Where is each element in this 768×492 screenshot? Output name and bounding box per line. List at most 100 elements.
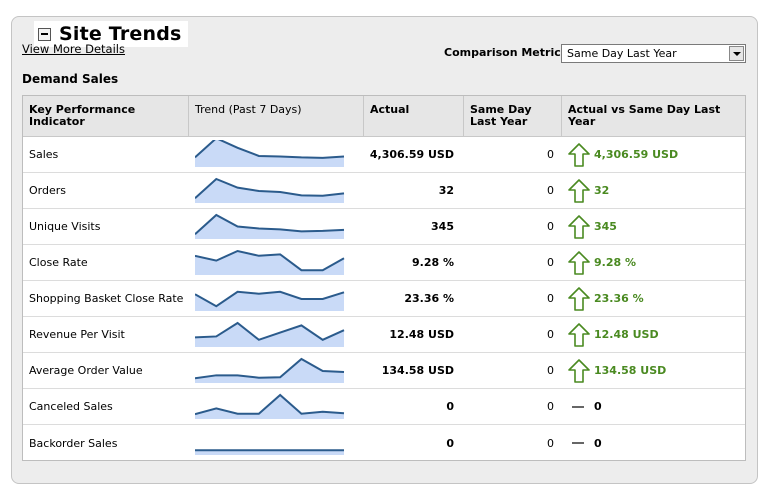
actual-value: 9.28 % xyxy=(412,256,454,269)
kpi-table: Key Performance Indicator Trend (Past 7 … xyxy=(22,95,746,461)
comparison-metric-value: Same Day Last Year xyxy=(567,47,677,60)
chevron-down-icon[interactable] xyxy=(729,46,744,61)
compare-value: 9.28 % xyxy=(594,256,636,269)
same-day-value: 0 xyxy=(547,436,554,450)
same-day-value: 0 xyxy=(547,148,554,161)
actual-value: 23.36 % xyxy=(404,292,454,305)
trend-sparkline xyxy=(195,321,345,347)
same-day-value: 0 xyxy=(547,292,554,305)
table-row: Revenue Per Visit 12.48 USD 0 12.48 USD xyxy=(23,317,745,353)
trend-sparkline xyxy=(195,290,345,311)
compare-cell: 134.58 USD xyxy=(562,353,745,388)
compare-value: 345 xyxy=(594,220,617,233)
trend-sparkline xyxy=(195,213,345,239)
actual-value: 345 xyxy=(431,220,454,233)
header-trend: Trend (Past 7 Days) xyxy=(189,96,364,136)
table-row: Shopping Basket Close Rate 23.36 % 0 23.36 … xyxy=(23,281,745,317)
table-row: Canceled Sales 0 0 0 xyxy=(23,389,745,425)
compare-cell: 0 xyxy=(562,425,745,461)
actual-value: 0 xyxy=(446,400,454,413)
header-actual: Actual xyxy=(364,96,464,136)
actual-value: 4,306.59 USD xyxy=(369,148,454,161)
kpi-name: Shopping Basket Close Rate xyxy=(29,292,184,305)
comparison-metric-select[interactable]: Same Day Last Year xyxy=(561,44,746,63)
sparkline-area xyxy=(195,291,344,311)
trend-sparkline xyxy=(195,449,344,455)
trend-cell xyxy=(189,281,364,316)
trend-cell xyxy=(189,173,364,208)
trend-cell xyxy=(189,425,364,461)
compare-cell: 12.48 USD xyxy=(562,317,745,352)
trend-sparkline xyxy=(195,249,345,275)
trend-cell xyxy=(189,317,364,352)
compare-value: 23.36 % xyxy=(594,292,644,305)
kpi-name: Revenue Per Visit xyxy=(29,328,125,341)
same-day-value: 0 xyxy=(547,256,554,269)
actual-value: 12.48 USD xyxy=(389,328,454,341)
actual-value: 32 xyxy=(438,184,454,197)
up-arrow-icon xyxy=(568,358,590,383)
trend-sparkline xyxy=(195,357,345,383)
compare-value: 0 xyxy=(594,400,602,413)
trend-cell xyxy=(189,137,364,172)
section-title: Demand Sales xyxy=(22,72,119,86)
actual-value: 0 xyxy=(446,436,454,450)
table-body: Sales 4,306.59 USD 0 4,306.59 USD Orders 32 0 3… xyxy=(23,137,745,461)
header-kpi: Key Performance Indicator xyxy=(23,96,189,136)
compare-value: 12.48 USD xyxy=(594,328,659,341)
same-day-value: 0 xyxy=(547,364,554,377)
up-arrow-icon xyxy=(568,178,590,203)
compare-cell: 23.36 % xyxy=(562,281,745,316)
trend-cell xyxy=(189,245,364,280)
table-header: Key Performance Indicator Trend (Past 7 … xyxy=(23,96,745,137)
compare-value: 0 xyxy=(594,436,602,450)
kpi-name: Canceled Sales xyxy=(29,400,113,413)
up-arrow-icon xyxy=(568,142,590,167)
table-row: Orders 32 0 32 xyxy=(23,173,745,209)
table-row: Backorder Sales 0 0 0 xyxy=(23,425,745,461)
kpi-name: Unique Visits xyxy=(29,220,101,233)
same-day-value: 0 xyxy=(547,328,554,341)
compare-cell: 0 xyxy=(562,389,745,424)
trend-sparkline xyxy=(195,177,345,203)
trend-sparkline xyxy=(195,139,345,167)
kpi-name: Backorder Sales xyxy=(29,436,118,450)
up-arrow-icon xyxy=(568,250,590,275)
sparkline-area xyxy=(195,394,344,419)
kpi-name: Orders xyxy=(29,184,66,197)
trend-cell xyxy=(189,353,364,388)
sparkline-area xyxy=(195,214,344,239)
table-row: Average Order Value 134.58 USD 0 134.58 USD xyxy=(23,353,745,389)
up-arrow-icon xyxy=(568,214,590,239)
sparkline-area xyxy=(195,139,344,167)
compare-value: 32 xyxy=(594,184,610,197)
collapse-icon[interactable] xyxy=(38,27,51,41)
compare-cell: 345 xyxy=(562,209,745,244)
trend-cell xyxy=(189,389,364,424)
header-trend-suffix: (Past 7 Days) xyxy=(228,103,302,116)
comparison-metric-label: Comparison Metric: xyxy=(444,46,566,59)
table-row: Close Rate 9.28 % 0 9.28 % xyxy=(23,245,745,281)
kpi-name: Average Order Value xyxy=(29,364,143,377)
compare-cell: 32 xyxy=(562,173,745,208)
table-row: Sales 4,306.59 USD 0 4,306.59 USD xyxy=(23,137,745,173)
kpi-name: Close Rate xyxy=(29,256,88,269)
trend-sparkline xyxy=(195,393,345,419)
up-arrow-icon xyxy=(568,322,590,347)
up-arrow-icon xyxy=(568,286,590,311)
dash-icon xyxy=(572,442,584,444)
same-day-value: 0 xyxy=(547,220,554,233)
header-same-day: Same Day Last Year xyxy=(464,96,562,136)
header-compare: Actual vs Same Day Last Year xyxy=(568,103,721,128)
same-day-value: 0 xyxy=(547,184,554,197)
trend-cell xyxy=(189,209,364,244)
compare-cell: 9.28 % xyxy=(562,245,745,280)
compare-cell: 4,306.59 USD xyxy=(562,137,745,172)
actual-value: 134.58 USD xyxy=(381,364,454,377)
header-trend-label: Trend xyxy=(195,103,226,116)
table-row: Unique Visits 345 0 345 xyxy=(23,209,745,245)
compare-value: 134.58 USD xyxy=(594,364,667,377)
view-more-details-link[interactable]: View More Details xyxy=(22,42,125,56)
compare-value: 4,306.59 USD xyxy=(594,148,679,161)
kpi-name: Sales xyxy=(29,148,59,161)
